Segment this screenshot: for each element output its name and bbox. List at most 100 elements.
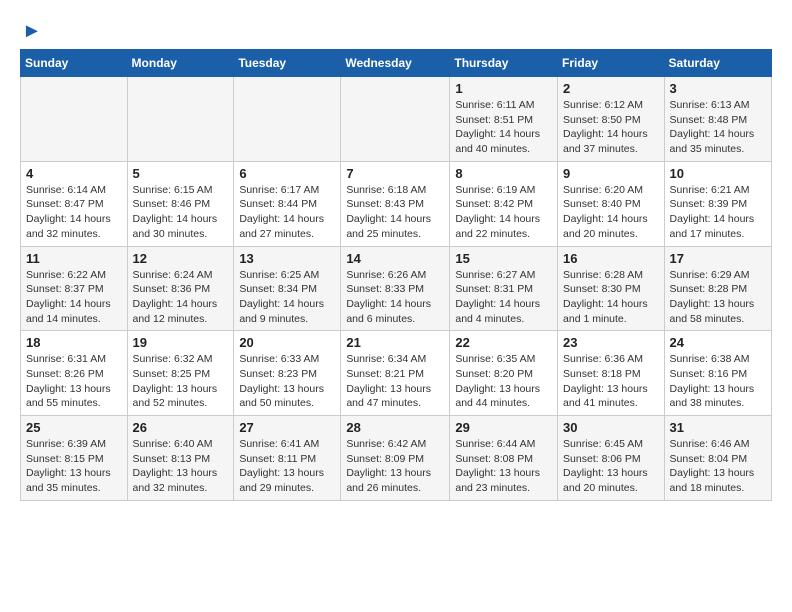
day-content: Sunrise: 6:22 AM Sunset: 8:37 PM Dayligh… [26, 268, 122, 327]
calendar-cell: 5 Sunrise: 6:15 AM Sunset: 8:46 PM Daylig… [127, 161, 234, 246]
day-content: Sunrise: 6:19 AM Sunset: 8:42 PM Dayligh… [455, 183, 552, 242]
day-number: 9 [563, 166, 659, 181]
calendar-cell [234, 77, 341, 162]
day-number: 20 [239, 335, 335, 350]
calendar-cell: 30Sunrise: 6:45 AM Sunset: 8:06 PM Dayli… [558, 416, 665, 501]
day-content: Sunrise: 6:39 AM Sunset: 8:15 PM Dayligh… [26, 437, 122, 496]
day-content: Sunrise: 6:24 AM Sunset: 8:36 PM Dayligh… [133, 268, 229, 327]
day-number: 24 [670, 335, 766, 350]
day-number: 1 [455, 81, 552, 96]
calendar-header: SundayMondayTuesdayWednesdayThursdayFrid… [21, 50, 772, 77]
calendar-cell: 12 Sunrise: 6:24 AM Sunset: 8:36 PM Dayli… [127, 246, 234, 331]
day-content: Sunrise: 6:32 AM Sunset: 8:25 PM Dayligh… [133, 352, 229, 411]
calendar-cell: 3 Sunrise: 6:13 AM Sunset: 8:48 PM Daylig… [664, 77, 771, 162]
calendar-cell: 11 Sunrise: 6:22 AM Sunset: 8:37 PM Dayli… [21, 246, 128, 331]
day-content: Sunrise: 6:42 AM Sunset: 8:09 PM Dayligh… [346, 437, 444, 496]
day-number: 28 [346, 420, 444, 435]
calendar-week-5: 25 Sunrise: 6:39 AM Sunset: 8:15 PM Dayli… [21, 416, 772, 501]
calendar-cell [127, 77, 234, 162]
day-content: Sunrise: 6:27 AM Sunset: 8:31 PM Dayligh… [455, 268, 552, 327]
calendar-body: 1Sunrise: 6:11 AM Sunset: 8:51 PM Daylig… [21, 77, 772, 501]
day-content: Sunrise: 6:41 AM Sunset: 8:11 PM Dayligh… [239, 437, 335, 496]
header-cell-thursday: Thursday [450, 50, 558, 77]
calendar-week-3: 11 Sunrise: 6:22 AM Sunset: 8:37 PM Dayli… [21, 246, 772, 331]
calendar-cell: 26 Sunrise: 6:40 AM Sunset: 8:13 PM Dayli… [127, 416, 234, 501]
day-number: 6 [239, 166, 335, 181]
day-number: 10 [670, 166, 766, 181]
day-content: Sunrise: 6:17 AM Sunset: 8:44 PM Dayligh… [239, 183, 335, 242]
header-cell-saturday: Saturday [664, 50, 771, 77]
day-number: 15 [455, 251, 552, 266]
header-cell-friday: Friday [558, 50, 665, 77]
day-number: 12 [133, 251, 229, 266]
day-content: Sunrise: 6:25 AM Sunset: 8:34 PM Dayligh… [239, 268, 335, 327]
day-number: 2 [563, 81, 659, 96]
day-number: 19 [133, 335, 229, 350]
day-number: 7 [346, 166, 444, 181]
logo: ► [20, 20, 42, 39]
day-number: 31 [670, 420, 766, 435]
day-number: 11 [26, 251, 122, 266]
header: ► [20, 20, 772, 39]
day-content: Sunrise: 6:44 AM Sunset: 8:08 PM Dayligh… [455, 437, 552, 496]
calendar-table: SundayMondayTuesdayWednesdayThursdayFrid… [20, 49, 772, 501]
day-number: 17 [670, 251, 766, 266]
day-content: Sunrise: 6:31 AM Sunset: 8:26 PM Dayligh… [26, 352, 122, 411]
day-number: 27 [239, 420, 335, 435]
calendar-cell: 1Sunrise: 6:11 AM Sunset: 8:51 PM Daylig… [450, 77, 558, 162]
header-cell-monday: Monday [127, 50, 234, 77]
day-content: Sunrise: 6:12 AM Sunset: 8:50 PM Dayligh… [563, 98, 659, 157]
header-cell-sunday: Sunday [21, 50, 128, 77]
calendar-cell: 28 Sunrise: 6:42 AM Sunset: 8:09 PM Dayli… [341, 416, 450, 501]
day-content: Sunrise: 6:14 AM Sunset: 8:47 PM Dayligh… [26, 183, 122, 242]
day-number: 16 [563, 251, 659, 266]
header-row: SundayMondayTuesdayWednesdayThursdayFrid… [21, 50, 772, 77]
calendar-cell: 20 Sunrise: 6:33 AM Sunset: 8:23 PM Dayli… [234, 331, 341, 416]
day-number: 14 [346, 251, 444, 266]
logo-bird-icon: ► [22, 20, 42, 43]
calendar-cell: 22Sunrise: 6:35 AM Sunset: 8:20 PM Dayli… [450, 331, 558, 416]
calendar-cell: 24 Sunrise: 6:38 AM Sunset: 8:16 PM Dayli… [664, 331, 771, 416]
calendar-cell: 31Sunrise: 6:46 AM Sunset: 8:04 PM Dayli… [664, 416, 771, 501]
calendar-cell: 17 Sunrise: 6:29 AM Sunset: 8:28 PM Dayli… [664, 246, 771, 331]
day-content: Sunrise: 6:29 AM Sunset: 8:28 PM Dayligh… [670, 268, 766, 327]
day-number: 29 [455, 420, 552, 435]
day-content: Sunrise: 6:20 AM Sunset: 8:40 PM Dayligh… [563, 183, 659, 242]
header-cell-wednesday: Wednesday [341, 50, 450, 77]
day-content: Sunrise: 6:21 AM Sunset: 8:39 PM Dayligh… [670, 183, 766, 242]
day-number: 26 [133, 420, 229, 435]
calendar-cell: 27 Sunrise: 6:41 AM Sunset: 8:11 PM Dayli… [234, 416, 341, 501]
day-number: 13 [239, 251, 335, 266]
day-number: 3 [670, 81, 766, 96]
day-content: Sunrise: 6:33 AM Sunset: 8:23 PM Dayligh… [239, 352, 335, 411]
calendar-cell: 23 Sunrise: 6:36 AM Sunset: 8:18 PM Dayli… [558, 331, 665, 416]
day-content: Sunrise: 6:36 AM Sunset: 8:18 PM Dayligh… [563, 352, 659, 411]
calendar-cell: 7Sunrise: 6:18 AM Sunset: 8:43 PM Daylig… [341, 161, 450, 246]
day-number: 22 [455, 335, 552, 350]
calendar-cell: 15 Sunrise: 6:27 AM Sunset: 8:31 PM Dayli… [450, 246, 558, 331]
day-number: 5 [133, 166, 229, 181]
day-number: 18 [26, 335, 122, 350]
day-number: 4 [26, 166, 122, 181]
calendar-cell: 9 Sunrise: 6:20 AM Sunset: 8:40 PM Daylig… [558, 161, 665, 246]
day-number: 21 [346, 335, 444, 350]
day-number: 23 [563, 335, 659, 350]
day-content: Sunrise: 6:45 AM Sunset: 8:06 PM Dayligh… [563, 437, 659, 496]
day-content: Sunrise: 6:38 AM Sunset: 8:16 PM Dayligh… [670, 352, 766, 411]
calendar-week-2: 4 Sunrise: 6:14 AM Sunset: 8:47 PM Daylig… [21, 161, 772, 246]
calendar-cell: 18 Sunrise: 6:31 AM Sunset: 8:26 PM Dayli… [21, 331, 128, 416]
calendar-week-1: 1Sunrise: 6:11 AM Sunset: 8:51 PM Daylig… [21, 77, 772, 162]
day-number: 25 [26, 420, 122, 435]
day-number: 8 [455, 166, 552, 181]
day-content: Sunrise: 6:34 AM Sunset: 8:21 PM Dayligh… [346, 352, 444, 411]
calendar-cell [341, 77, 450, 162]
day-content: Sunrise: 6:40 AM Sunset: 8:13 PM Dayligh… [133, 437, 229, 496]
calendar-cell: 2 Sunrise: 6:12 AM Sunset: 8:50 PM Daylig… [558, 77, 665, 162]
calendar-cell: 21 Sunrise: 6:34 AM Sunset: 8:21 PM Dayli… [341, 331, 450, 416]
day-content: Sunrise: 6:26 AM Sunset: 8:33 PM Dayligh… [346, 268, 444, 327]
calendar-week-4: 18 Sunrise: 6:31 AM Sunset: 8:26 PM Dayli… [21, 331, 772, 416]
day-content: Sunrise: 6:13 AM Sunset: 8:48 PM Dayligh… [670, 98, 766, 157]
day-content: Sunrise: 6:15 AM Sunset: 8:46 PM Dayligh… [133, 183, 229, 242]
calendar-cell: 16Sunrise: 6:28 AM Sunset: 8:30 PM Dayli… [558, 246, 665, 331]
calendar-cell [21, 77, 128, 162]
